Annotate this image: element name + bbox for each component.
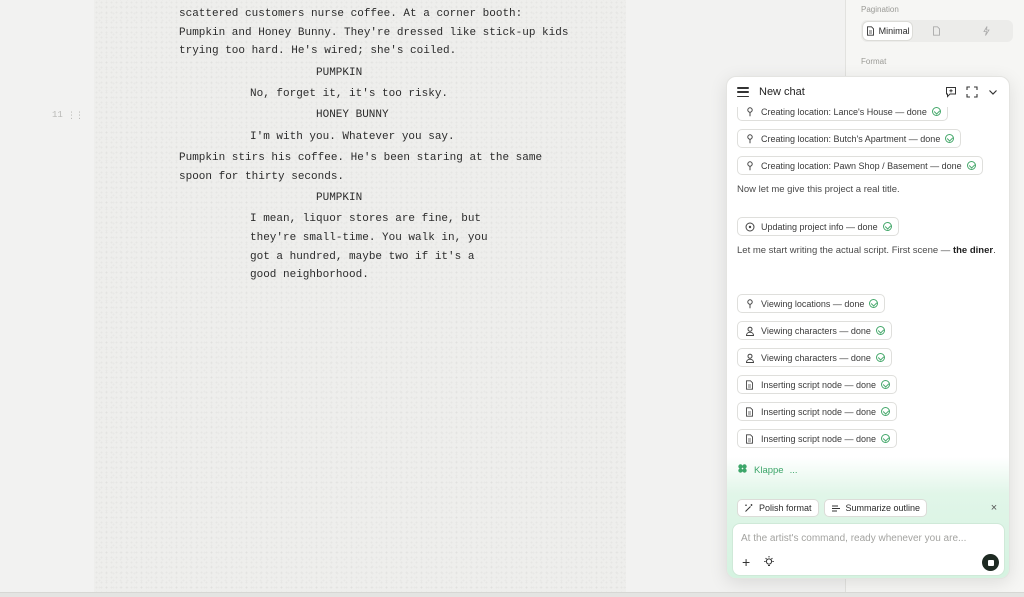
polish-format-button[interactable]: Polish format — [737, 499, 819, 517]
bottom-scrollbar[interactable] — [0, 592, 1024, 597]
action-line[interactable]: spoon for thirty seconds. — [179, 170, 344, 184]
plus-icon[interactable]: + — [742, 555, 750, 569]
pagination-quick[interactable] — [962, 22, 1011, 40]
tool-call-item[interactable]: Viewing characters — done — [737, 348, 892, 367]
dialogue-line[interactable]: I mean, liquor stores are fine, but — [250, 212, 481, 226]
dialogue-line[interactable]: I'm with you. Whatever you say. — [250, 130, 455, 144]
page-icon — [933, 26, 941, 36]
list-icon — [831, 505, 840, 512]
check-icon — [881, 380, 891, 389]
action-line[interactable]: scattered customers nurse coffee. At a c… — [179, 7, 522, 21]
chat-header: New chat — [727, 77, 1009, 107]
summarize-outline-button[interactable]: Summarize outline — [823, 499, 928, 517]
chevron-down-icon[interactable] — [987, 86, 999, 98]
check-icon — [881, 407, 891, 416]
check-icon — [882, 222, 892, 231]
assistant-name: Klappe — [754, 464, 784, 476]
drag-handle-icon[interactable]: ⋮⋮ — [67, 110, 84, 121]
check-icon — [875, 326, 885, 335]
menu-icon[interactable] — [737, 87, 749, 97]
summarize-outline-label: Summarize outline — [845, 503, 921, 513]
tool-call-item[interactable]: Creating location: Butch's Apartment — d… — [737, 129, 962, 148]
pin-icon — [744, 133, 755, 144]
doc-icon — [744, 406, 755, 417]
close-icon[interactable]: × — [989, 503, 999, 514]
tool-call-item[interactable]: Updating project info — done — [737, 217, 899, 236]
tool-call-label: Viewing locations — done — [761, 298, 865, 309]
check-icon — [966, 161, 976, 170]
lightbulb-icon[interactable] — [762, 555, 776, 569]
assistant-message: Now let me give this project a real titl… — [737, 184, 900, 195]
info-icon — [744, 221, 755, 232]
dialogue-line[interactable]: good neighborhood. — [250, 268, 369, 282]
typing-indicator: ... — [789, 464, 798, 476]
script-page[interactable]: scattered customers nurse coffee. At a c… — [94, 0, 626, 592]
dialogue-line[interactable]: got a hundred, maybe two if it's a — [250, 250, 474, 264]
tool-call-label: Inserting script node — done — [761, 433, 877, 444]
format-label: Format — [861, 57, 887, 66]
tool-call-item[interactable]: Inserting script node — done — [737, 375, 898, 394]
assistant-status: Klappe ... — [737, 463, 798, 477]
pin-icon — [744, 160, 755, 171]
message-text: . — [993, 245, 996, 256]
assistant-message: Let me start writing the actual script. … — [737, 243, 999, 259]
pagination-toggle[interactable]: Minimal — [861, 20, 1013, 42]
tool-call-label: Creating location: Lance's House — done — [761, 107, 927, 117]
quick-actions: Polish format Summarize outline — [737, 499, 928, 517]
bolt-icon — [983, 26, 990, 36]
tool-call-label: Viewing characters — done — [761, 352, 871, 363]
pagination-minimal[interactable]: Minimal — [863, 22, 913, 40]
action-line[interactable]: Pumpkin and Honey Bunny. They're dressed… — [179, 26, 568, 40]
stop-button[interactable] — [982, 554, 999, 571]
pagination-label: Pagination — [861, 5, 899, 14]
polish-format-label: Polish format — [759, 503, 812, 513]
dialogue-line[interactable]: they're small-time. You walk in, you — [250, 231, 488, 245]
check-icon — [931, 107, 941, 116]
pin-icon — [744, 107, 755, 117]
tool-call-item[interactable]: Creating location: Lance's House — done — [737, 107, 948, 121]
person-icon — [744, 325, 755, 336]
clover-icon — [737, 463, 748, 477]
message-text: Let me start writing the actual script. … — [737, 245, 953, 256]
chat-panel: New chat Creating location: Lance's Hous… — [726, 76, 1010, 579]
character-name[interactable]: PUMPKIN — [316, 66, 362, 80]
action-line[interactable]: Pumpkin stirs his coffee. He's been star… — [179, 151, 542, 165]
tool-call-label: Updating project info — done — [761, 221, 878, 232]
tool-call-item[interactable]: Inserting script node — done — [737, 402, 898, 421]
tool-call-item[interactable]: Viewing locations — done — [737, 294, 886, 313]
wand-icon — [745, 504, 753, 512]
pin-icon — [744, 298, 755, 309]
chat-input[interactable] — [741, 530, 996, 546]
pagination-pages[interactable] — [912, 22, 961, 40]
check-icon — [945, 134, 955, 143]
stop-icon — [987, 559, 994, 566]
pagination-minimal-label: Minimal — [878, 26, 910, 36]
doc-icon — [744, 379, 755, 390]
tool-call-item[interactable]: Inserting script node — done — [737, 429, 898, 448]
message-emphasis: the diner — [952, 245, 994, 256]
new-chat-icon[interactable] — [945, 86, 957, 98]
doc-icon — [744, 433, 755, 444]
check-icon — [869, 299, 879, 308]
chat-title: New chat — [759, 86, 805, 98]
chat-messages[interactable]: Creating location: Lance's House — done … — [727, 107, 1009, 492]
character-name[interactable]: PUMPKIN — [316, 191, 362, 205]
expand-icon[interactable] — [966, 86, 978, 98]
tool-call-label: Viewing characters — done — [761, 325, 871, 336]
scene-number: 11 — [52, 110, 63, 120]
check-icon — [881, 434, 891, 443]
action-line[interactable]: trying too hard. He's wired; she's coile… — [179, 44, 456, 58]
tool-call-item[interactable]: Viewing characters — done — [737, 321, 892, 340]
tool-call-label: Inserting script node — done — [761, 406, 877, 417]
doc-icon — [866, 26, 874, 36]
tool-call-label: Inserting script node — done — [761, 379, 877, 390]
dialogue-line[interactable]: No, forget it, it's too risky. — [250, 87, 448, 101]
check-icon — [875, 353, 885, 362]
tool-call-item[interactable]: Creating location: Pawn Shop / Basement … — [737, 156, 983, 175]
person-icon — [744, 352, 755, 363]
tool-call-label: Creating location: Butch's Apartment — d… — [761, 133, 941, 144]
chat-composer: + — [732, 523, 1005, 576]
character-name[interactable]: HONEY BUNNY — [316, 108, 389, 122]
tool-call-label: Creating location: Pawn Shop / Basement … — [761, 160, 962, 171]
